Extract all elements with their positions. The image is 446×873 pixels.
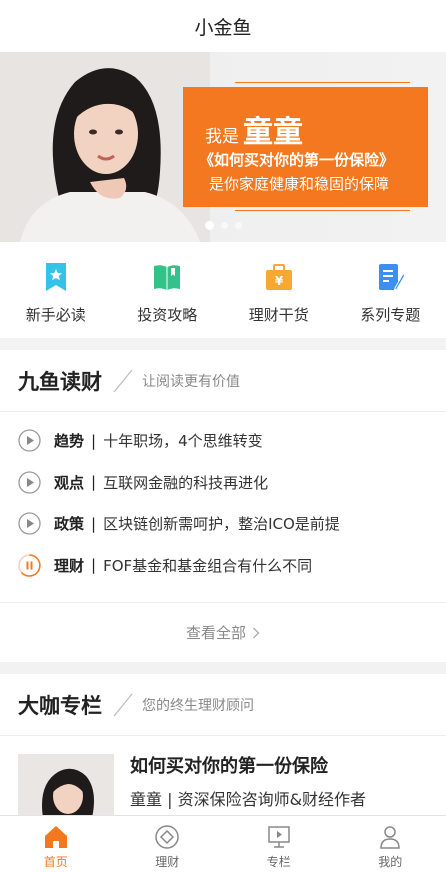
list-item[interactable]: 趋势 | 十年职场，4个思维转变 xyxy=(0,420,446,462)
column-title: 如何买对你的第一份保险 xyxy=(130,756,328,777)
top-bar: 小金鱼 xyxy=(0,0,446,52)
list-item-tag: 趋势 xyxy=(54,432,85,451)
quick-nav-beginner[interactable]: 新手必读 xyxy=(0,242,112,338)
banner-tagline: 是你家庭健康和稳固的保障 xyxy=(209,175,390,193)
bookmark-icon xyxy=(45,263,66,291)
finance-circle-icon xyxy=(155,825,179,849)
carousel-dot-2[interactable] xyxy=(220,222,228,229)
reading-section: 九鱼读财 让阅读更有价值 趋势 | 十年职场，4个思维转变 观点 | 互联网金融… xyxy=(0,350,446,662)
columns-section: 大咖专栏 您的终生理财顾问 如何买对你的第一份保险 童童 | 资深保险咨询师&财… xyxy=(0,674,446,815)
tab-profile[interactable]: 我的 xyxy=(335,816,446,873)
list-item-text: 十年职场，4个思维转变 xyxy=(103,432,263,451)
list-item-tag: 理财 xyxy=(54,556,85,575)
tab-label: 首页 xyxy=(43,855,68,869)
list-item[interactable]: 观点 | 互联网金融的科技再进化 xyxy=(0,462,446,504)
section-title: 九鱼读财 xyxy=(18,369,102,394)
list-item-separator: | xyxy=(91,556,97,575)
banner-portrait-image xyxy=(0,52,210,242)
carousel-dot-3[interactable] xyxy=(234,222,242,229)
column-thumbnail xyxy=(18,754,114,815)
view-all-label: 查看全部 xyxy=(185,624,246,642)
section-subtitle: 让阅读更有价值 xyxy=(142,373,240,390)
tab-label: 理财 xyxy=(155,855,180,869)
quick-nav-label: 系列专题 xyxy=(360,306,421,324)
column-item[interactable]: 如何买对你的第一份保险 童童 | 资深保险咨询师&财经作者 xyxy=(0,736,446,815)
list-item-text: 互联网金融的科技再进化 xyxy=(103,473,269,492)
column-play-icon xyxy=(268,826,290,848)
banner-headline: 我是 童童 xyxy=(205,107,303,151)
open-book-icon xyxy=(154,265,181,290)
banner-book-title: 《如何买对你的第一份保险》 xyxy=(199,151,395,169)
banner-top-rule xyxy=(235,82,410,83)
chevron-right-icon xyxy=(253,627,260,638)
section-subtitle: 您的终生理财顾问 xyxy=(142,697,254,714)
pause-circle-icon[interactable] xyxy=(18,554,41,577)
app-title: 小金鱼 xyxy=(194,16,252,39)
quick-nav-label: 新手必读 xyxy=(25,306,86,324)
tab-columns[interactable]: 专栏 xyxy=(223,816,335,873)
list-item-tag: 政策 xyxy=(54,515,85,534)
tab-home[interactable]: 首页 xyxy=(0,816,112,873)
bottom-tab-bar: 首页 理财 专栏 我的 xyxy=(0,815,446,873)
home-icon xyxy=(44,826,67,848)
list-item-text: FOF基金和基金组合有什么不同 xyxy=(103,556,313,575)
quick-nav-investment[interactable]: 投资攻略 xyxy=(112,242,224,338)
slash-divider-icon xyxy=(113,369,133,392)
user-icon xyxy=(380,826,401,849)
columns-section-header: 大咖专栏 您的终生理财顾问 xyxy=(0,674,446,736)
quick-nav-series[interactable]: 系列专题 xyxy=(335,242,446,338)
quick-nav-finance-tips[interactable]: ¥ 理财干货 xyxy=(223,242,335,338)
svg-text:¥: ¥ xyxy=(275,274,284,288)
play-circle-icon[interactable] xyxy=(18,471,41,494)
list-item-separator: | xyxy=(91,431,97,450)
reading-section-header: 九鱼读财 让阅读更有价值 xyxy=(0,350,446,412)
carousel-indicator xyxy=(0,221,446,230)
tab-label: 专栏 xyxy=(266,855,291,869)
quick-nav: 新手必读 投资攻略 ¥ 理财干货 系列专题 xyxy=(0,242,446,338)
slash-divider-icon xyxy=(113,693,133,716)
banner-promo-box: 我是 童童 《如何买对你的第一份保险》 是你家庭健康和稳固的保障 xyxy=(183,87,428,207)
tab-finance[interactable]: 理财 xyxy=(112,816,224,873)
section-title: 大咖专栏 xyxy=(18,693,102,718)
play-circle-icon[interactable] xyxy=(18,429,41,452)
tab-label: 我的 xyxy=(378,855,403,869)
list-item-tag: 观点 xyxy=(54,473,85,492)
play-circle-icon[interactable] xyxy=(18,512,41,535)
banner-bottom-rule xyxy=(235,210,410,211)
list-item-separator: | xyxy=(91,514,97,533)
banner-headline-name: 童童 xyxy=(243,115,303,150)
column-author: 童童 | 资深保险咨询师&财经作者 xyxy=(130,790,367,809)
reading-list: 趋势 | 十年职场，4个思维转变 观点 | 互联网金融的科技再进化 政策 | 区… xyxy=(0,412,446,586)
list-item[interactable]: 理财 | FOF基金和基金组合有什么不同 xyxy=(0,545,446,587)
banner-carousel[interactable]: 我是 童童 《如何买对你的第一份保险》 是你家庭健康和稳固的保障 xyxy=(0,52,446,242)
quick-nav-label: 投资攻略 xyxy=(137,306,198,324)
list-item-separator: | xyxy=(91,473,97,492)
carousel-dot-1[interactable] xyxy=(204,221,214,230)
yen-briefcase-icon: ¥ xyxy=(265,264,292,290)
list-item[interactable]: 政策 | 区块链创新需呵护，整治ICO是前提 xyxy=(0,503,446,545)
view-all-button[interactable]: 查看全部 xyxy=(0,602,446,662)
banner-headline-prefix: 我是 xyxy=(205,127,239,147)
document-pen-icon xyxy=(379,264,405,291)
list-item-text: 区块链创新需呵护，整治ICO是前提 xyxy=(103,515,340,534)
quick-nav-label: 理财干货 xyxy=(248,306,309,324)
